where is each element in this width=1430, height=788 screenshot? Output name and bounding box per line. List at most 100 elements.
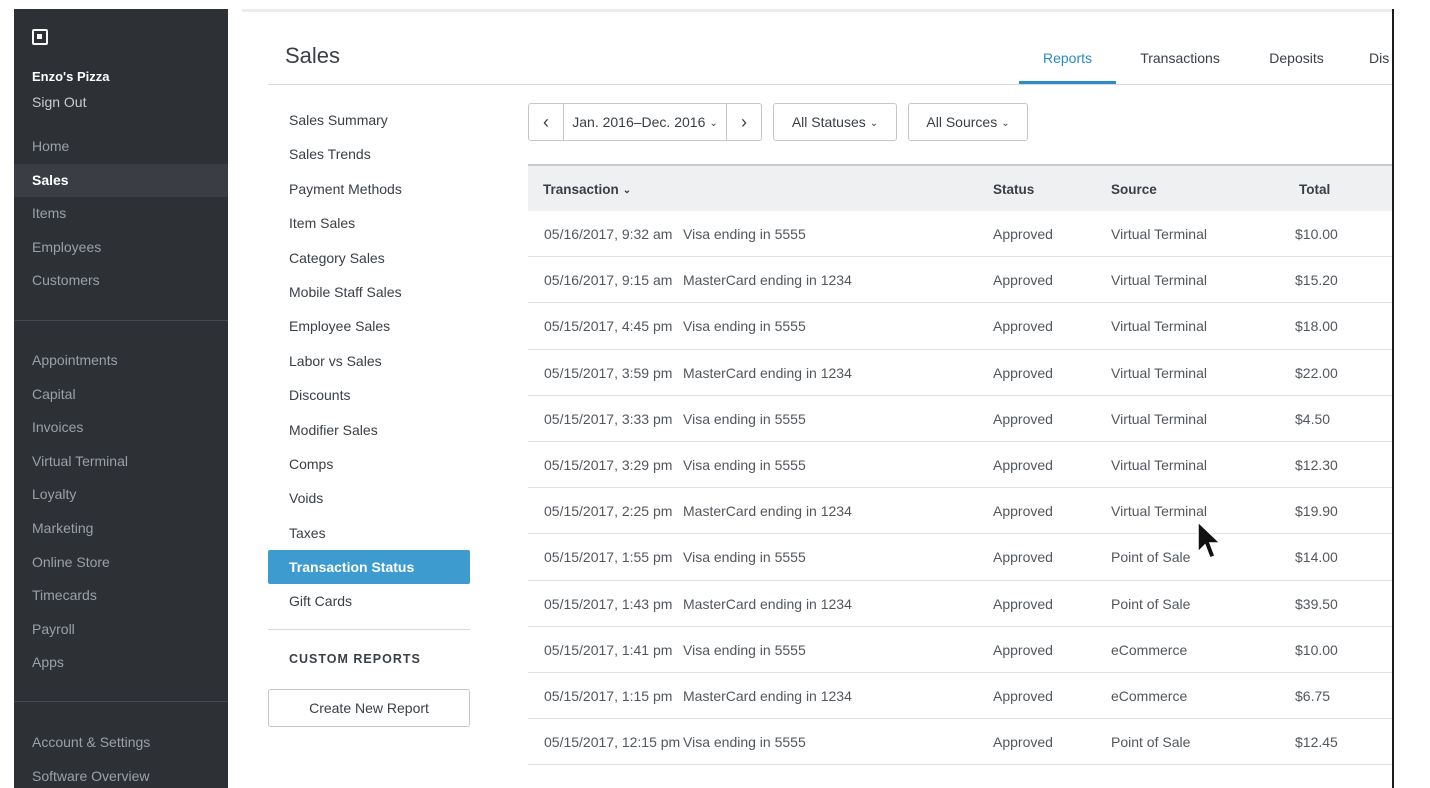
cell-status: Approved	[993, 364, 1053, 381]
cell-source: eCommerce	[1111, 687, 1188, 704]
square-logo-icon[interactable]	[32, 29, 48, 45]
cell-date: 05/15/2017, 2:25 pm	[544, 503, 673, 520]
cell-status: Approved	[993, 595, 1053, 612]
cell-status: Approved	[993, 226, 1053, 242]
sidebar-divider	[14, 320, 228, 321]
sidebar-item-online-store[interactable]: Online Store	[14, 546, 228, 580]
report-category-sales[interactable]: Category Sales	[268, 241, 470, 275]
table-row[interactable]: 05/15/2017, 2:25 pm MasterCard ending in …	[528, 488, 1392, 535]
table-row[interactable]: 05/15/2017, 1:15 pm MasterCard ending in …	[528, 673, 1392, 720]
column-transaction[interactable]: Transaction ⌄	[543, 182, 631, 197]
cell-date: 05/15/2017, 3:29 pm	[544, 456, 673, 473]
report-sales-trends[interactable]: Sales Trends	[268, 137, 470, 171]
cell-status: Approved	[993, 318, 1053, 335]
report-mobile-staff-sales[interactable]: Mobile Staff Sales	[268, 275, 470, 309]
cell-total: $10.00	[1295, 226, 1338, 242]
cell-date: 05/15/2017, 3:33 pm	[544, 410, 673, 427]
tab-reports[interactable]: Reports	[1019, 38, 1116, 84]
sidebar-item-home[interactable]: Home	[14, 130, 228, 164]
sidebar-item-virtual-terminal[interactable]: Virtual Terminal	[14, 445, 228, 479]
create-new-report-button[interactable]: Create New Report	[268, 689, 470, 727]
cell-card: Visa ending in 5555	[683, 226, 806, 242]
cell-total: $22.00	[1295, 364, 1338, 381]
status-filter-select[interactable]: All Statuses ⌄	[773, 103, 897, 141]
cell-source: Point of Sale	[1111, 734, 1191, 751]
cell-card: Visa ending in 5555	[683, 318, 806, 335]
cell-card: MasterCard ending in 1234	[683, 687, 852, 704]
cell-date: 05/15/2017, 1:43 pm	[544, 595, 673, 612]
sidebar-item-employees[interactable]: Employees	[14, 231, 228, 265]
sidebar-item-sales[interactable]: Sales	[14, 163, 228, 198]
table-row[interactable]: 05/16/2017, 9:15 am MasterCard ending in …	[528, 257, 1392, 304]
table-row[interactable]: 05/15/2017, 1:41 pm Visa ending in 5555 Ap…	[528, 627, 1392, 673]
nav-group-apps: Appointments Capital Invoices Virtual Te…	[14, 344, 228, 680]
report-employee-sales[interactable]: Employee Sales	[268, 309, 470, 343]
reports-nav-divider	[268, 629, 470, 630]
cell-date: 05/16/2017, 9:15 am	[544, 272, 673, 289]
report-taxes[interactable]: Taxes	[268, 516, 470, 550]
report-gift-cards[interactable]: Gift Cards	[268, 584, 470, 618]
table-row[interactable]: 05/15/2017, 1:55 pm Visa ending in 5555 Ap…	[528, 534, 1392, 581]
report-modifier-sales[interactable]: Modifier Sales	[268, 413, 470, 447]
table-row[interactable]: 05/15/2017, 3:29 pm Visa ending in 5555 Ap…	[528, 442, 1392, 489]
sign-out-link[interactable]: Sign Out	[32, 94, 86, 110]
cell-status: Approved	[993, 734, 1053, 751]
report-sales-summary[interactable]: Sales Summary	[268, 103, 470, 137]
cell-date: 05/15/2017, 1:15 pm	[544, 687, 673, 704]
tab-deposits[interactable]: Deposits	[1254, 38, 1339, 84]
date-range-select[interactable]: Jan. 2016–Dec. 2016 ⌄	[563, 103, 727, 141]
cell-status: Approved	[993, 503, 1053, 520]
cell-status: Approved	[993, 456, 1053, 473]
sidebar-item-loyalty[interactable]: Loyalty	[14, 478, 228, 512]
cell-source: Virtual Terminal	[1111, 364, 1207, 381]
sidebar-item-timecards[interactable]: Timecards	[14, 579, 228, 613]
window-edge	[1392, 9, 1394, 788]
cell-date: 05/15/2017, 1:41 pm	[544, 641, 673, 658]
chevron-down-icon: ⌄	[709, 118, 718, 129]
sidebar-item-appointments[interactable]: Appointments	[14, 344, 228, 378]
sidebar-item-items[interactable]: Items	[14, 197, 228, 231]
cell-source: Virtual Terminal	[1111, 226, 1207, 242]
cell-source: Virtual Terminal	[1111, 456, 1207, 473]
report-voids[interactable]: Voids	[268, 481, 470, 515]
table-row[interactable]: 05/16/2017, 9:32 am Visa ending in 5555 Ap…	[528, 211, 1392, 258]
sidebar-item-marketing[interactable]: Marketing	[14, 512, 228, 546]
report-payment-methods[interactable]: Payment Methods	[268, 172, 470, 206]
sidebar-item-account-settings[interactable]: Account & Settings	[14, 726, 228, 760]
cell-total: $18.00	[1295, 318, 1338, 335]
source-filter-select[interactable]: All Sources ⌄	[908, 103, 1028, 141]
prev-period-button[interactable]: ‹	[528, 103, 564, 141]
report-transaction-status[interactable]: Transaction Status	[268, 550, 470, 585]
sidebar-item-software-overview[interactable]: Software Overview	[14, 760, 228, 788]
mouse-cursor-icon	[1197, 520, 1222, 559]
table-row[interactable]: 05/15/2017, 1:43 pm MasterCard ending in …	[528, 581, 1392, 627]
tab-disputes[interactable]: Dis	[1369, 38, 1393, 84]
next-period-button[interactable]: ›	[726, 103, 762, 141]
report-comps[interactable]: Comps	[268, 447, 470, 481]
sidebar-item-apps[interactable]: Apps	[14, 646, 228, 680]
cell-card: Visa ending in 5555	[683, 734, 806, 751]
report-labor-vs-sales[interactable]: Labor vs Sales	[268, 344, 470, 378]
cell-total: $14.00	[1295, 549, 1338, 566]
cell-card: MasterCard ending in 1234	[683, 272, 852, 289]
transactions-table: Transaction ⌄ Status Source Total 05/16/2…	[528, 164, 1392, 766]
report-discounts[interactable]: Discounts	[268, 378, 470, 412]
cell-card: MasterCard ending in 1234	[683, 364, 852, 381]
table-row[interactable]: 05/15/2017, 3:33 pm Visa ending in 5555 Ap…	[528, 396, 1392, 442]
table-row[interactable]: 05/15/2017, 12:15 pm Visa ending in 5555 A…	[528, 719, 1392, 766]
tab-transactions[interactable]: Transactions	[1127, 38, 1233, 84]
chevron-down-icon: ⌄	[1001, 118, 1010, 129]
table-row[interactable]: 05/15/2017, 3:59 pm MasterCard ending in …	[528, 350, 1392, 396]
cell-source: Virtual Terminal	[1111, 410, 1207, 427]
table-row[interactable]: 05/15/2017, 4:45 pm Visa ending in 5555 Ap…	[528, 303, 1392, 350]
sidebar-item-payroll[interactable]: Payroll	[14, 613, 228, 647]
sidebar-item-customers[interactable]: Customers	[14, 264, 228, 298]
report-item-sales[interactable]: Item Sales	[268, 206, 470, 240]
reports-nav: Sales Summary Sales Trends Payment Metho…	[268, 103, 470, 619]
sidebar-item-invoices[interactable]: Invoices	[14, 411, 228, 445]
nav-group-main: Home Sales Items Employees Customers	[14, 130, 228, 298]
table-header: Transaction ⌄ Status Source Total	[528, 164, 1392, 211]
sidebar-item-capital[interactable]: Capital	[14, 378, 228, 412]
page-title: Sales	[285, 43, 341, 68]
cell-total: $4.50	[1295, 410, 1331, 427]
